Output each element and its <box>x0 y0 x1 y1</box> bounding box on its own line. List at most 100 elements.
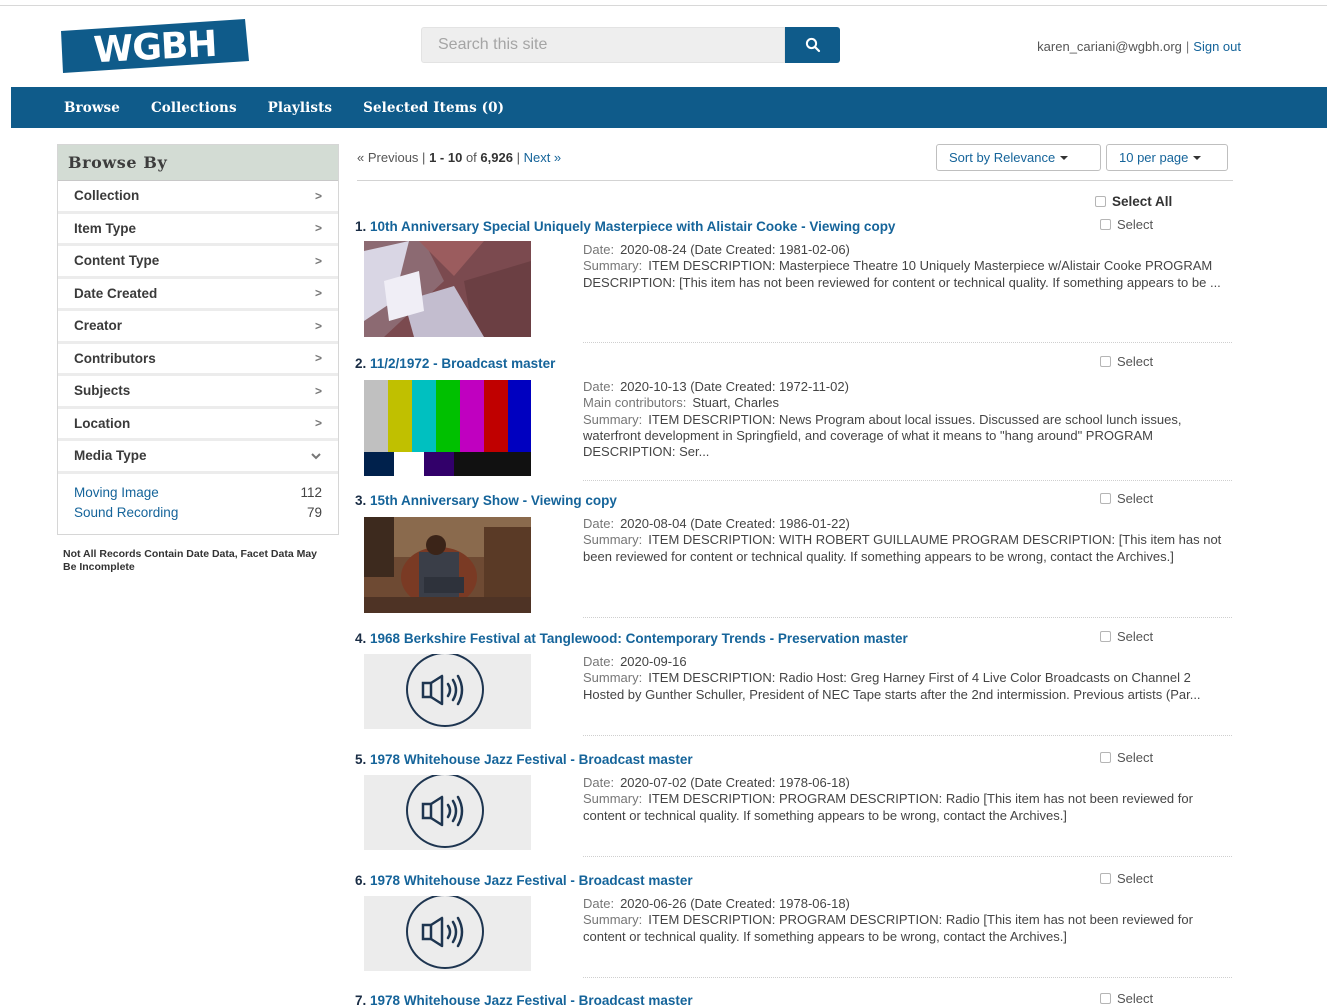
result-thumbnail[interactable] <box>364 896 531 971</box>
facet-content-type[interactable]: Content Type > <box>58 246 338 279</box>
facet-item-type[interactable]: Item Type > <box>58 214 338 246</box>
facet-date-created[interactable]: Date Created > <box>58 279 338 311</box>
result-number: 1. <box>355 219 367 234</box>
result-number: 3. <box>355 493 367 508</box>
result-number: 4. <box>355 631 367 646</box>
result-thumbnail[interactable] <box>364 775 531 850</box>
search-button[interactable] <box>785 27 840 63</box>
result-title: 2. 11/2/1972 - Broadcast master <box>355 356 555 371</box>
sort-label: Sort by Relevance <box>949 150 1056 165</box>
contributors-key: Main contributors: <box>583 395 687 411</box>
date-value: 2020-10-13 (Date Created: 1972-11-02) <box>620 379 849 394</box>
result-number: 6. <box>355 873 367 888</box>
results-divider <box>357 180 1233 181</box>
result-title-link[interactable]: 15th Anniversary Show - Viewing copy <box>370 493 617 508</box>
video-thumbnail-image <box>364 517 531 613</box>
nav-playlists[interactable]: Playlists <box>268 100 332 116</box>
summary-value: ITEM DESCRIPTION: PROGRAM DESCRIPTION: R… <box>583 791 1193 823</box>
summary-key: Summary: <box>583 912 643 928</box>
previous-link[interactable]: « Previous <box>357 150 418 165</box>
select-checkbox[interactable] <box>1100 993 1111 1004</box>
result-select[interactable]: Select <box>1100 217 1153 232</box>
result-thumbnail[interactable] <box>364 654 531 729</box>
pager-separator: | <box>422 150 426 165</box>
select-all[interactable]: Select All <box>1095 194 1172 209</box>
date-key: Date: <box>583 516 615 531</box>
media-type-options: Moving Image 112 Sound Recording 79 <box>58 474 338 525</box>
nav-browse[interactable]: Browse <box>64 100 120 116</box>
facet-subjects[interactable]: Subjects > <box>58 376 338 409</box>
facet-contributors[interactable]: Contributors > <box>58 344 338 376</box>
next-link[interactable]: Next » <box>524 150 562 165</box>
main-nav: Browse Collections Playlists Selected It… <box>11 87 1327 128</box>
summary-key: Summary: <box>583 532 643 548</box>
per-page-dropdown[interactable]: 10 per page <box>1106 144 1228 171</box>
summary-key: Summary: <box>583 411 643 427</box>
select-all-checkbox[interactable] <box>1095 196 1106 207</box>
result-title-link[interactable]: 1978 Whitehouse Jazz Festival - Broadcas… <box>370 873 693 888</box>
select-checkbox[interactable] <box>1100 493 1111 504</box>
date-value: 2020-06-26 (Date Created: 1978-06-18) <box>620 896 850 911</box>
search-input[interactable] <box>421 27 785 63</box>
nav-collections[interactable]: Collections <box>151 100 237 116</box>
wgbh-logo[interactable]: WGBH <box>55 17 250 74</box>
result-divider <box>583 856 1233 857</box>
result-metadata: Date: 2020-10-13 (Date Created: 1972-11-0… <box>583 379 1223 460</box>
select-checkbox[interactable] <box>1100 631 1111 642</box>
chevron-right-icon: > <box>314 286 322 301</box>
result-metadata: Date: 2020-09-16 Summary: ITEM DESCRIPTION… <box>583 654 1223 703</box>
result-thumbnail[interactable] <box>364 517 531 613</box>
date-key: Date: <box>583 654 615 669</box>
result-total: 6,926 <box>480 150 513 165</box>
result-summary: Summary: ITEM DESCRIPTION: Masterpiece Th… <box>583 258 1223 291</box>
summary-value: ITEM DESCRIPTION: PROGRAM DESCRIPTION: R… <box>583 912 1193 944</box>
result-metadata: Date: 2020-06-26 (Date Created: 1978-06-1… <box>583 896 1223 945</box>
result-title: 7. 1978 Whitehouse Jazz Festival - Broad… <box>355 993 693 1006</box>
result-thumbnail[interactable] <box>364 241 531 337</box>
date-value: 2020-08-24 (Date Created: 1981-02-06) <box>620 242 850 257</box>
select-checkbox[interactable] <box>1100 356 1111 367</box>
logo-text: WGBH <box>93 24 218 71</box>
result-metadata: Date: 2020-07-02 (Date Created: 1978-06-1… <box>583 775 1223 824</box>
result-select[interactable]: Select <box>1100 354 1153 369</box>
facet-label: Location <box>74 415 131 431</box>
select-label: Select <box>1117 750 1154 765</box>
facet-option-moving-image[interactable]: Moving Image <box>74 485 159 505</box>
result-select[interactable]: Select <box>1100 491 1153 506</box>
result-select[interactable]: Select <box>1100 991 1153 1006</box>
result-select[interactable]: Select <box>1100 750 1153 765</box>
contributors-value: Stuart, Charles <box>692 395 780 411</box>
result-title-link[interactable]: 11/2/1972 - Broadcast master <box>370 356 555 371</box>
result-select[interactable]: Select <box>1100 629 1153 644</box>
color-bars-image <box>364 380 531 476</box>
top-divider <box>0 5 1327 6</box>
result-select[interactable]: Select <box>1100 871 1153 886</box>
chevron-right-icon: > <box>314 221 322 236</box>
sort-dropdown[interactable]: Sort by Relevance <box>936 144 1101 171</box>
result-divider <box>583 617 1233 618</box>
nav-selected-items[interactable]: Selected Items (0) <box>363 100 504 116</box>
select-checkbox[interactable] <box>1100 752 1111 763</box>
of-label: of <box>465 150 477 165</box>
result-thumbnail[interactable] <box>364 380 531 476</box>
result-range: 1 - 10 <box>429 150 463 165</box>
chevron-right-icon: > <box>314 351 322 366</box>
result-number: 2. <box>355 356 367 371</box>
facet-collection[interactable]: Collection > <box>58 181 338 214</box>
facet-location[interactable]: Location > <box>58 409 338 441</box>
facet-option-sound-recording[interactable]: Sound Recording <box>74 505 178 525</box>
result-title-link[interactable]: 1978 Whitehouse Jazz Festival - Broadcas… <box>370 993 693 1006</box>
chevron-right-icon: > <box>314 253 322 268</box>
audio-speaker-icon <box>406 775 484 848</box>
facet-media-type[interactable]: Media Type <box>58 441 338 474</box>
chevron-right-icon: > <box>314 318 322 333</box>
select-all-label: Select All <box>1112 194 1173 209</box>
search-bar <box>421 27 840 63</box>
select-checkbox[interactable] <box>1100 219 1111 230</box>
select-checkbox[interactable] <box>1100 873 1111 884</box>
result-title-link[interactable]: 10th Anniversary Special Uniquely Master… <box>370 219 895 234</box>
sign-out-link[interactable]: Sign out <box>1193 39 1241 54</box>
result-title-link[interactable]: 1968 Berkshire Festival at Tanglewood: C… <box>370 631 908 646</box>
result-title-link[interactable]: 1978 Whitehouse Jazz Festival - Broadcas… <box>370 752 693 767</box>
facet-creator[interactable]: Creator > <box>58 311 338 344</box>
